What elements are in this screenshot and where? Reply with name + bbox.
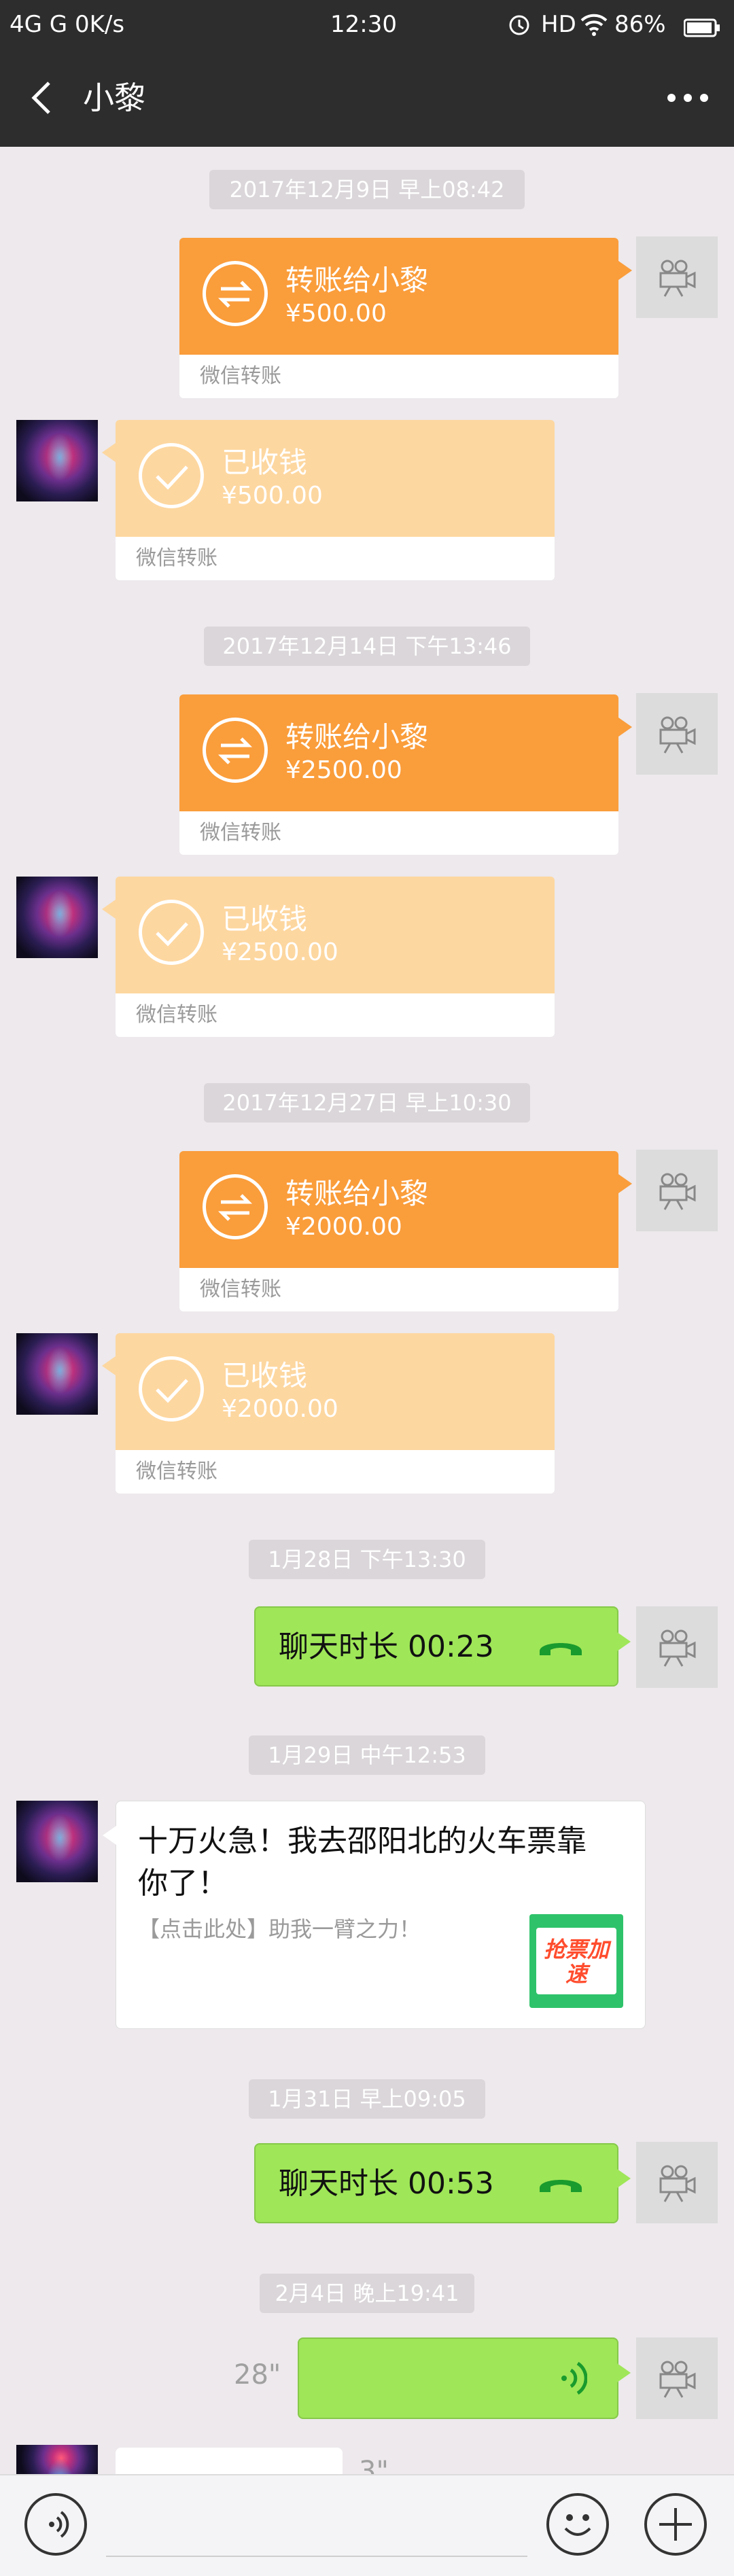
voice-input-icon[interactable]	[24, 2493, 87, 2556]
check-icon	[139, 1356, 204, 1422]
status-time: 12:30	[330, 11, 397, 38]
call-duration-label: 聊天时长 00:23	[279, 1629, 494, 1664]
transfer-title: 已收钱	[222, 1359, 308, 1392]
battery-level: 86%	[614, 11, 666, 38]
phone-icon	[537, 1636, 584, 1662]
link-title: 十万火急！我去邵阳北的火车票靠你了！	[138, 1824, 587, 1901]
timestamp: 1月29日 中午12:53	[249, 1735, 485, 1775]
timestamp: 2017年12月27日 早上10:30	[204, 1083, 530, 1123]
chat-title: 小黎	[83, 80, 145, 116]
transfer-footer: 微信转账	[200, 364, 281, 388]
back-arrow-icon[interactable]	[24, 79, 63, 117]
voice-duration: 28"	[234, 2359, 281, 2390]
battery-icon	[683, 15, 720, 37]
wifi-icon	[579, 12, 609, 37]
camera-icon	[659, 716, 696, 754]
transfer-footer: 微信转账	[200, 821, 281, 845]
thumbnail-label: 抢票加速	[543, 1937, 609, 1987]
transfer-sent-card[interactable]: 转账给小黎 ¥500.00 微信转账	[179, 238, 632, 398]
voice-message[interactable]	[298, 2337, 631, 2419]
transfer-footer: 微信转账	[136, 546, 217, 570]
smiley-icon[interactable]	[546, 2493, 609, 2556]
voice-call-record[interactable]: 聊天时长 00:53	[254, 2143, 631, 2223]
transfer-title: 已收钱	[222, 902, 308, 936]
partial-voice-message[interactable]	[116, 2448, 343, 2474]
transfer-received-card[interactable]: 已收钱 ¥2500.00 微信转账	[102, 877, 555, 1037]
self-avatar[interactable]	[636, 1150, 718, 1231]
timestamp: 2017年12月14日 下午13:46	[204, 627, 530, 666]
transfer-title: 转账给小黎	[285, 1177, 429, 1210]
transfer-amount: ¥2500.00	[222, 938, 338, 966]
transfer-received-card[interactable]: 已收钱 ¥500.00 微信转账	[102, 420, 555, 580]
more-icon[interactable]	[667, 94, 708, 103]
partial-voice-duration: 3"	[359, 2456, 389, 2474]
camera-icon	[659, 1173, 696, 1210]
link-thumbnail: 抢票加速	[529, 1914, 623, 2008]
transfer-sent-card[interactable]: 转账给小黎 ¥2000.00 微信转账	[179, 1151, 632, 1311]
status-bar: 4G G 0K/s 12:30 HD 86%	[0, 0, 734, 49]
timestamp: 1月28日 下午13:30	[249, 1540, 485, 1579]
self-avatar[interactable]	[636, 693, 718, 775]
transfer-title: 转账给小黎	[285, 264, 429, 297]
transfer-amount: ¥500.00	[285, 300, 387, 328]
transfer-amount: ¥2000.00	[222, 1395, 338, 1423]
check-icon	[139, 443, 204, 508]
contact-avatar[interactable]	[16, 877, 98, 958]
message-input[interactable]	[106, 2556, 527, 2557]
contact-avatar[interactable]	[16, 420, 98, 501]
self-avatar[interactable]	[636, 1606, 718, 1688]
camera-icon	[659, 2361, 696, 2398]
link-description: 【点击此处】助我一臂之力！	[138, 1916, 421, 1942]
camera-icon	[659, 260, 696, 297]
transfer-arrows-icon	[203, 261, 268, 326]
contact-avatar[interactable]	[16, 1801, 98, 1882]
transfer-arrows-icon	[203, 1174, 268, 1239]
timestamp: 2月4日 晚上19:41	[260, 2274, 474, 2313]
transfer-amount: ¥2000.00	[285, 1213, 402, 1241]
contact-avatar[interactable]	[16, 1333, 98, 1415]
hd-label: HD	[541, 11, 576, 38]
self-avatar[interactable]	[636, 2337, 718, 2419]
transfer-received-card[interactable]: 已收钱 ¥2000.00 微信转账	[102, 1333, 555, 1494]
transfer-footer: 微信转账	[136, 1003, 217, 1027]
transfer-arrows-icon	[203, 718, 268, 783]
transfer-amount: ¥2500.00	[285, 756, 402, 784]
transfer-amount: ¥500.00	[222, 482, 323, 510]
link-card-message[interactable]: 十万火急！我去邵阳北的火车票靠你了！ 【点击此处】助我一臂之力！ 抢票加速	[103, 1801, 646, 2029]
chat-header: 小黎	[0, 49, 734, 147]
transfer-title: 已收钱	[222, 446, 308, 479]
transfer-footer: 微信转账	[136, 1460, 217, 1483]
contact-avatar[interactable]	[16, 2445, 98, 2474]
phone-icon	[537, 2173, 584, 2199]
transfer-footer: 微信转账	[200, 1277, 281, 1301]
alarm-icon	[507, 12, 531, 37]
voice-call-record[interactable]: 聊天时长 00:23	[254, 1606, 631, 1687]
transfer-title: 转账给小黎	[285, 720, 429, 754]
plus-icon[interactable]	[644, 2493, 707, 2556]
self-avatar[interactable]	[636, 2142, 718, 2223]
self-avatar[interactable]	[636, 236, 718, 318]
transfer-sent-card[interactable]: 转账给小黎 ¥2500.00 微信转账	[179, 694, 632, 855]
call-duration-label: 聊天时长 00:53	[279, 2166, 494, 2201]
network-status: 4G G 0K/s	[10, 11, 125, 38]
timestamp: 2017年12月9日 早上08:42	[209, 170, 525, 209]
timestamp: 1月31日 早上09:05	[249, 2079, 485, 2119]
input-bar	[0, 2474, 734, 2576]
check-icon	[139, 900, 204, 965]
camera-icon	[659, 1629, 696, 1667]
voice-waves-icon	[557, 2358, 588, 2401]
camera-icon	[659, 2165, 696, 2202]
